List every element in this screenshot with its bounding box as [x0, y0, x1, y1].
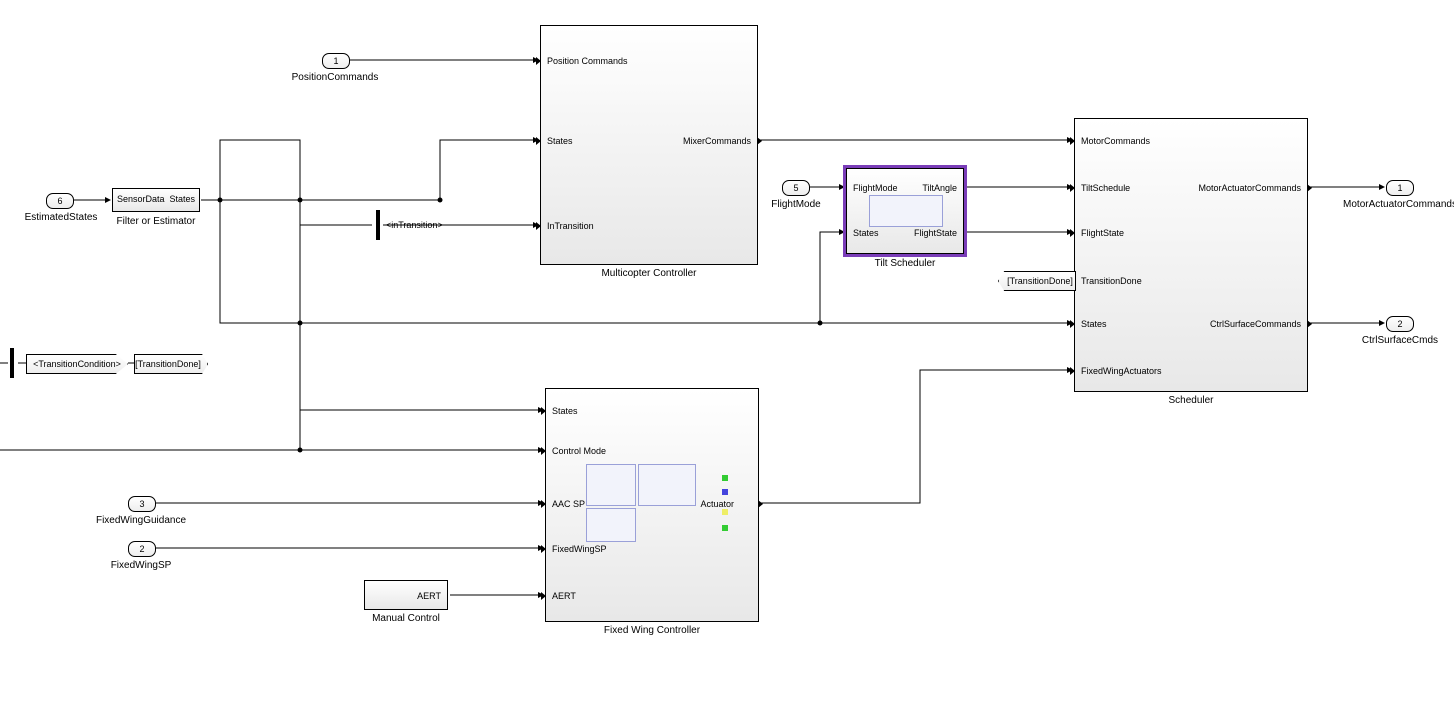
port-label: AAC SP: [552, 499, 585, 509]
bus-selector-transition-condition[interactable]: <TransitionCondition>: [26, 354, 128, 374]
port-number: 2: [139, 544, 144, 554]
port-label: States: [169, 194, 195, 204]
block-multicopter-controller[interactable]: Position Commands States InTransition Mi…: [540, 25, 758, 265]
inport-label: FixedWingGuidance: [86, 515, 196, 526]
port-label: Control Mode: [552, 446, 606, 456]
port-label: TiltAngle: [922, 183, 957, 193]
status-dot-icon: [722, 509, 728, 515]
block-filter-or-estimator[interactable]: SensorData States: [112, 188, 200, 212]
block-title: Manual Control: [364, 613, 448, 624]
port-label: FixedWingActuators: [1081, 366, 1162, 376]
port-label: States: [853, 228, 879, 238]
inport-flight-mode[interactable]: 5: [782, 180, 810, 196]
bus-selector-in-transition[interactable]: [376, 210, 380, 240]
inport-label: EstimatedStates: [6, 212, 116, 223]
from-transition-done[interactable]: [TransitionDone]: [998, 271, 1076, 291]
port-label: TransitionDone: [1081, 276, 1142, 286]
outport-label: MotorActuatorCommands: [1340, 199, 1454, 210]
goto-transition-done[interactable]: [TransitionDone]: [134, 354, 208, 374]
preview-thumbnail: [586, 464, 636, 506]
preview-thumbnail: [586, 508, 636, 542]
inport-label: FixedWingSP: [96, 560, 186, 571]
port-number: 3: [139, 499, 144, 509]
port-number: 1: [1397, 183, 1402, 193]
block-title: Scheduler: [1074, 395, 1308, 406]
port-label: States: [547, 136, 573, 146]
block-title: Fixed Wing Controller: [545, 625, 759, 636]
block-title: Tilt Scheduler: [846, 258, 964, 269]
inport-label: PositionCommands: [280, 72, 390, 83]
inport-estimated-states[interactable]: 6: [46, 193, 74, 209]
port-label: SensorData: [117, 194, 165, 204]
port-label: Actuator: [700, 499, 734, 509]
preview-thumbnail: [869, 195, 943, 227]
port-number: 5: [793, 183, 798, 193]
port-label: MotorActuatorCommands: [1198, 183, 1301, 193]
port-number: 6: [57, 196, 62, 206]
tag-label: [TransitionDone]: [135, 359, 201, 369]
port-label: TiltSchedule: [1081, 183, 1130, 193]
outport-motor-actuator[interactable]: 1: [1386, 180, 1414, 196]
inport-label: FlightMode: [752, 199, 840, 210]
block-manual-control[interactable]: AERT: [364, 580, 448, 610]
inport-fixed-wing-sp[interactable]: 2: [128, 541, 156, 557]
outport-label: CtrlSurfaceCmds: [1350, 335, 1450, 346]
port-number: 1: [333, 56, 338, 66]
outport-ctrl-surface[interactable]: 2: [1386, 316, 1414, 332]
port-label: Position Commands: [547, 56, 628, 66]
bus-selector-left[interactable]: [10, 348, 14, 378]
port-label: CtrlSurfaceCommands: [1210, 319, 1301, 329]
port-number: 2: [1397, 319, 1402, 329]
status-dot-icon: [722, 525, 728, 531]
port-label: States: [552, 406, 578, 416]
status-dot-icon: [722, 489, 728, 495]
port-label: FlightMode: [853, 183, 898, 193]
block-fixed-wing-controller[interactable]: States Control Mode AAC SP FixedWingSP A…: [545, 388, 759, 622]
signal-label: <inTransition>: [386, 220, 443, 230]
port-label: InTransition: [547, 221, 594, 231]
port-label: FlightState: [1081, 228, 1124, 238]
block-title: Filter or Estimator: [112, 216, 200, 227]
selector-label: <TransitionCondition>: [33, 359, 121, 369]
block-title: Multicopter Controller: [540, 268, 758, 279]
port-label: AERT: [417, 591, 441, 601]
block-scheduler[interactable]: MotorCommands TiltSchedule FlightState T…: [1074, 118, 1308, 392]
inport-position-commands[interactable]: 1: [322, 53, 350, 69]
preview-thumbnail: [638, 464, 696, 506]
block-tilt-scheduler[interactable]: FlightMode States TiltAngle FlightState: [846, 168, 964, 254]
port-label: MixerCommands: [683, 136, 751, 146]
port-label: MotorCommands: [1081, 136, 1150, 146]
port-label: FlightState: [914, 228, 957, 238]
status-dot-icon: [722, 475, 728, 481]
port-label: FixedWingSP: [552, 544, 607, 554]
inport-fixed-wing-guidance[interactable]: 3: [128, 496, 156, 512]
port-label: AERT: [552, 591, 576, 601]
tag-label: [TransitionDone]: [1007, 276, 1073, 286]
port-label: States: [1081, 319, 1107, 329]
